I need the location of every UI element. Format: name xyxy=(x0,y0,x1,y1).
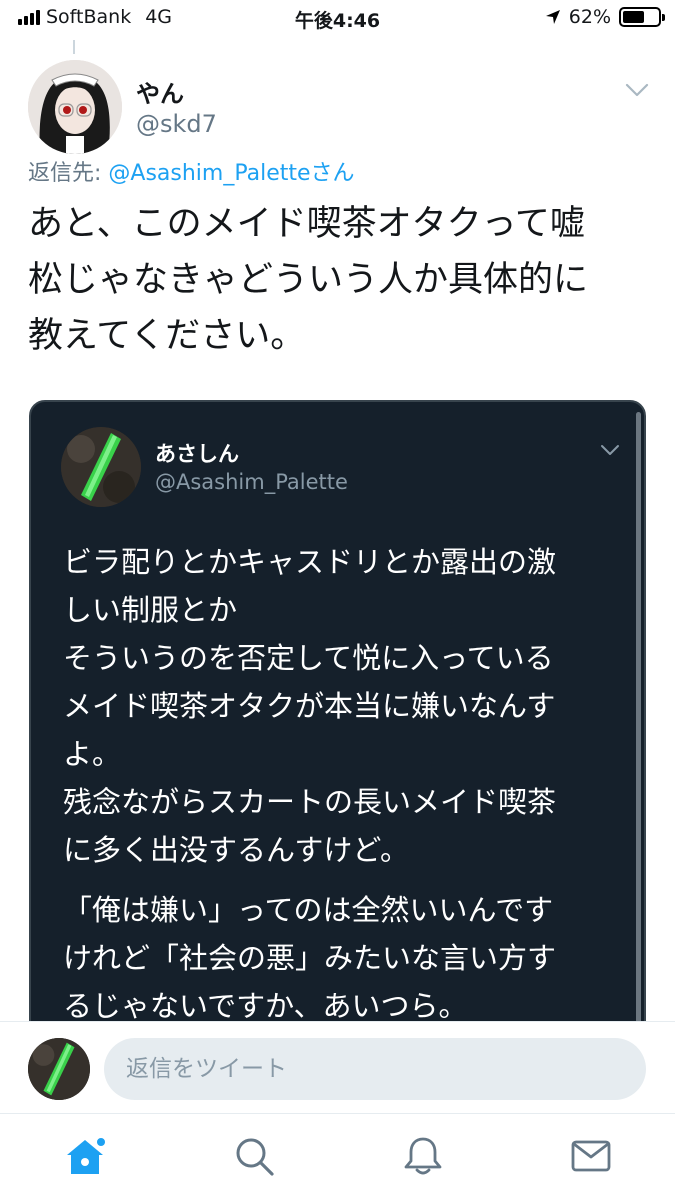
author-handle[interactable]: @skd7 xyxy=(136,110,217,138)
tab-search[interactable] xyxy=(232,1134,276,1178)
my-avatar-image xyxy=(28,1038,90,1100)
quoted-author-handle[interactable]: @Asashim_Palette xyxy=(155,470,348,494)
chevron-down-icon[interactable] xyxy=(625,80,649,100)
tweet-text-line: 教えてください。 xyxy=(28,316,306,356)
quoted-text-line: よ。 xyxy=(63,737,122,771)
tweet-text-line: 松じゃなきゃどういう人か具体的に xyxy=(28,260,589,300)
quoted-tweet-text: ビラ配りとかキャスドリとか露出の激 しい制服とか そういうのを否定して悦に入って… xyxy=(63,538,623,1030)
tweet-text: あと、このメイド喫茶オタクって嘘 松じゃなきゃどういう人か具体的に 教えてくださ… xyxy=(28,196,653,364)
author-name[interactable]: やん xyxy=(136,74,184,109)
quoted-text-line: 残念ながらスカートの長いメイド喫茶 xyxy=(63,785,557,819)
battery-percent: 62% xyxy=(568,6,611,28)
battery-icon xyxy=(619,7,665,27)
quoted-scrollbar[interactable] xyxy=(636,412,641,1032)
quoted-author-avatar[interactable] xyxy=(61,427,141,507)
status-right: 62% xyxy=(545,6,665,28)
avatar-image xyxy=(28,60,122,154)
reply-bar xyxy=(0,1021,675,1113)
quoted-text-line: しい制服とか xyxy=(63,593,238,627)
tab-messages[interactable] xyxy=(569,1134,613,1178)
search-icon xyxy=(236,1138,274,1176)
quoted-avatar-image xyxy=(61,427,141,507)
chevron-down-icon[interactable] xyxy=(600,442,620,458)
thread-connector xyxy=(73,40,75,54)
quoted-text-line: ビラ配りとかキャスドリとか露出の激 xyxy=(63,545,557,579)
reply-input[interactable] xyxy=(104,1038,646,1100)
quoted-text-line: メイド喫茶オタクが本当に嫌いなんす xyxy=(63,689,556,723)
tab-home[interactable] xyxy=(63,1134,107,1178)
quoted-text-line: 「俺は嫌い」ってのは全然いいんです xyxy=(63,893,554,927)
home-icon xyxy=(67,1136,107,1174)
reply-mention-link[interactable]: @Asashim_Palette xyxy=(108,161,310,186)
status-bar: SoftBank 4G 午後4:46 62% xyxy=(0,0,675,38)
quoted-tweet-card[interactable]: あさしん @Asashim_Palette ビラ配りとかキャスドリとか露出の激 … xyxy=(29,400,646,1040)
reply-prefix: 返信先: xyxy=(28,161,109,186)
my-avatar[interactable] xyxy=(28,1038,90,1100)
quoted-text-line: そういうのを否定して悦に入っている xyxy=(63,641,554,675)
notifications-icon xyxy=(404,1137,442,1175)
battery-level xyxy=(623,11,645,23)
quoted-text-line: けれど「社会の悪」みたいな言い方す xyxy=(63,941,557,975)
author-avatar[interactable] xyxy=(28,60,122,154)
messages-icon xyxy=(571,1140,611,1172)
quoted-author-name[interactable]: あさしん xyxy=(155,438,239,468)
tweet-text-line: あと、このメイド喫茶オタクって嘘 xyxy=(28,204,585,244)
reply-suffix: さん xyxy=(310,161,355,186)
tab-bar xyxy=(0,1113,675,1200)
reply-context: 返信先: @Asashim_Paletteさん xyxy=(28,155,355,187)
tab-notifications[interactable] xyxy=(401,1134,445,1178)
quoted-text-line: に多く出没するんすけど。 xyxy=(63,833,409,867)
location-arrow-icon xyxy=(545,10,560,24)
